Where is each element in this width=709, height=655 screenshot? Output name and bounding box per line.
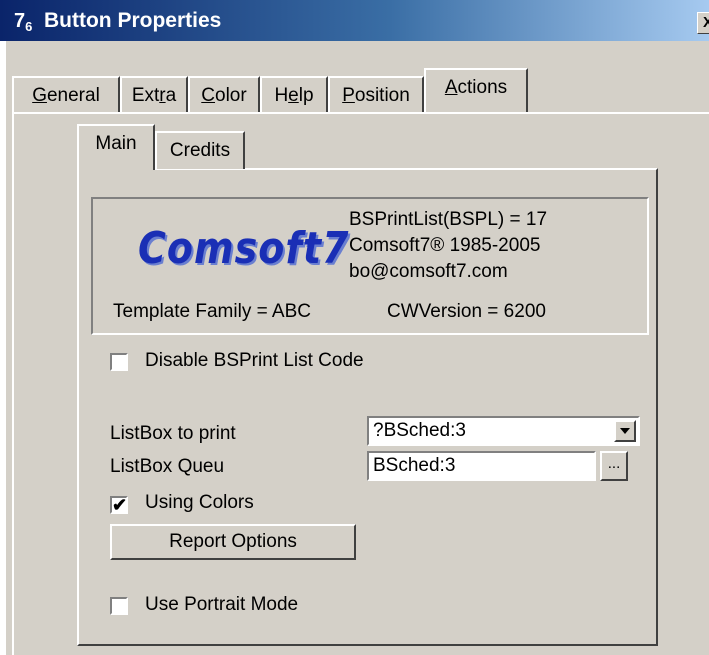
title-bar[interactable]: 76 Button Properties X [0,0,709,41]
tab-credits[interactable]: Credits [155,131,245,169]
left-edge [0,41,6,655]
using-colors-checkbox[interactable]: ✔ [110,496,128,514]
tab-position[interactable]: Position [328,76,424,112]
template-family: Template Family = ABC [113,301,311,322]
bsprintlist-version: BSPrintList(BSPL) = 17 [349,209,548,230]
portrait-mode-label: Use Portrait Mode [145,594,299,615]
dialog-window: 76 Button Properties X General Extra Col… [0,0,709,655]
listbox-queue-input[interactable]: BSched:3 [367,451,596,481]
tab-strip-edge [12,112,709,114]
chevron-down-icon[interactable] [614,420,636,442]
tab-general[interactable]: General [12,76,120,112]
tab-extra[interactable]: Extra [120,76,188,112]
tab-main[interactable]: Main [77,124,155,170]
listbox-queue-label: ListBox Queu [110,456,225,477]
disable-list-code-label: Disable BSPrint List Code [145,350,364,371]
disable-list-code-checkbox[interactable] [110,353,128,371]
report-options-button[interactable]: Report Options [110,524,356,560]
contact-email: bo@comsoft7.com [349,261,508,282]
listbox-to-print-select[interactable]: ?BSched:3 [367,416,640,446]
tab-help[interactable]: Help [260,76,328,112]
copyright-text: Comsoft7® 1985-2005 [349,235,541,256]
listbox-to-print-label: ListBox to print [110,423,236,444]
app-icon: 76 [14,10,33,34]
panel-left-edge [12,112,14,655]
credits-box: Comsoft7 BSPrintList(BSPL) = 17 Comsoft7… [91,197,649,335]
using-colors-label: Using Colors [145,492,254,513]
browse-button[interactable]: ... [600,451,628,481]
window-title: Button Properties [44,9,222,32]
comsoft7-logo: Comsoft7 [138,222,350,274]
tab-color[interactable]: Color [188,76,260,112]
tab-actions[interactable]: Actions [424,68,528,112]
cw-version: CWVersion = 6200 [387,301,546,322]
portrait-mode-checkbox[interactable] [110,597,128,615]
close-icon[interactable]: X [697,12,709,34]
listbox-to-print-value: ?BSched:3 [373,420,466,441]
